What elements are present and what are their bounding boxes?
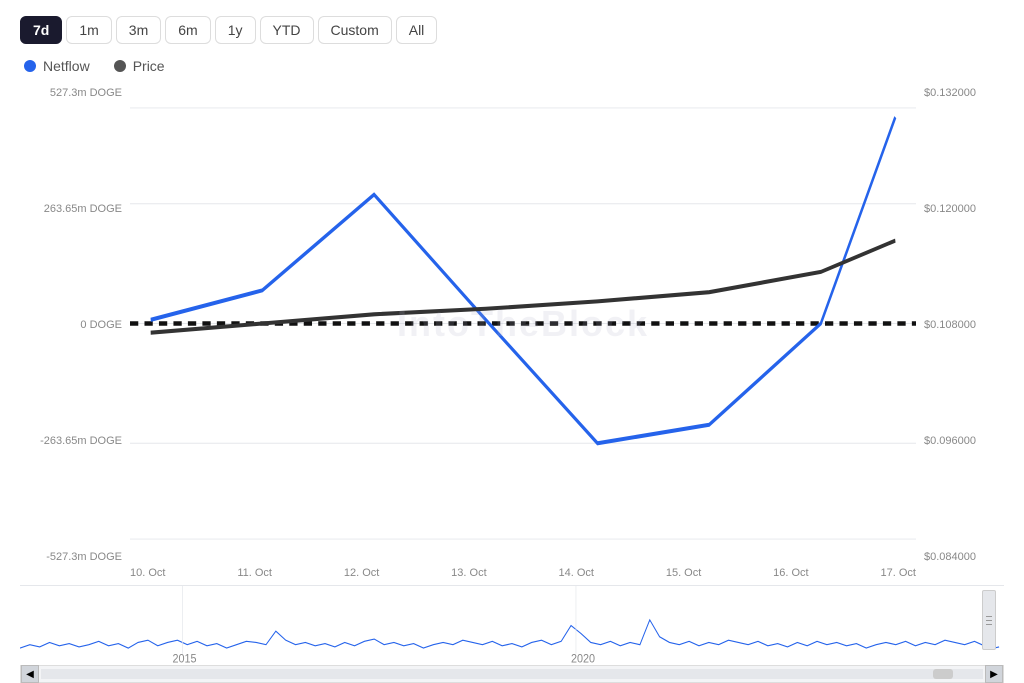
time-btn-all[interactable]: All <box>396 16 438 44</box>
y-right-4: $0.084000 <box>924 552 1004 563</box>
legend-price: Price <box>114 58 165 74</box>
x-label-1: 11. Oct <box>237 567 272 579</box>
x-axis: 10. Oct 11. Oct 12. Oct 13. Oct 14. Oct … <box>20 563 1004 579</box>
main-chart-wrapper: 527.3m DOGE 263.65m DOGE 0 DOGE -263.65m… <box>20 84 1004 563</box>
y-right-2: $0.108000 <box>924 320 1004 331</box>
mini-chart-handle[interactable] <box>982 590 996 650</box>
mini-chart-container: 2015 2020 <box>20 585 1004 665</box>
time-btn-1y[interactable]: 1y <box>215 16 256 44</box>
y-axis-left: 527.3m DOGE 263.65m DOGE 0 DOGE -263.65m… <box>20 84 130 563</box>
y-right-3: $0.096000 <box>924 436 1004 447</box>
legend: Netflow Price <box>20 58 1004 74</box>
y-axis-right: $0.132000 $0.120000 $0.108000 $0.096000 … <box>916 84 1004 563</box>
scroll-left-arrow[interactable]: ◀ <box>21 665 39 683</box>
time-btn-custom[interactable]: Custom <box>318 16 392 44</box>
time-btn-6m[interactable]: 6m <box>165 16 210 44</box>
y-left-3: -263.65m DOGE <box>20 436 122 447</box>
y-left-4: -527.3m DOGE <box>20 552 122 563</box>
main-container: 7d1m3m6m1yYTDCustomAll Netflow Price 527… <box>0 0 1024 683</box>
price-label: Price <box>133 58 165 74</box>
y-right-0: $0.132000 <box>924 88 1004 99</box>
x-label-0: 10. Oct <box>130 567 165 579</box>
x-label-2: 12. Oct <box>344 567 379 579</box>
svg-text:2015: 2015 <box>173 652 197 665</box>
y-left-0: 527.3m DOGE <box>20 88 122 99</box>
netflow-dot <box>24 60 36 72</box>
x-label-5: 15. Oct <box>666 567 701 579</box>
x-label-7: 17. Oct <box>880 567 915 579</box>
time-btn-ytd[interactable]: YTD <box>260 16 314 44</box>
scrollbar-track[interactable] <box>41 669 983 679</box>
x-label-4: 14. Oct <box>559 567 594 579</box>
chart-svg: IntoTheBlock <box>130 84 916 563</box>
y-left-2: 0 DOGE <box>20 320 122 331</box>
handle-line-2 <box>986 620 992 621</box>
handle-line-1 <box>986 616 992 617</box>
time-btn-7d[interactable]: 7d <box>20 16 62 44</box>
svg-text:2020: 2020 <box>571 652 596 665</box>
time-btn-1m[interactable]: 1m <box>66 16 111 44</box>
scrollbar-thumb[interactable] <box>933 669 953 679</box>
y-left-1: 263.65m DOGE <box>20 204 122 215</box>
legend-netflow: Netflow <box>24 58 90 74</box>
time-range-bar: 7d1m3m6m1yYTDCustomAll <box>20 16 1004 44</box>
scroll-right-arrow[interactable]: ▶ <box>985 665 1003 683</box>
x-label-6: 16. Oct <box>773 567 808 579</box>
price-dot <box>114 60 126 72</box>
y-right-1: $0.120000 <box>924 204 1004 215</box>
netflow-label: Netflow <box>43 58 90 74</box>
time-btn-3m[interactable]: 3m <box>116 16 161 44</box>
x-label-3: 13. Oct <box>451 567 486 579</box>
chart-area: 527.3m DOGE 263.65m DOGE 0 DOGE -263.65m… <box>20 84 1004 683</box>
scrollbar[interactable]: ◀ ▶ <box>20 665 1004 683</box>
handle-line-3 <box>986 624 992 625</box>
